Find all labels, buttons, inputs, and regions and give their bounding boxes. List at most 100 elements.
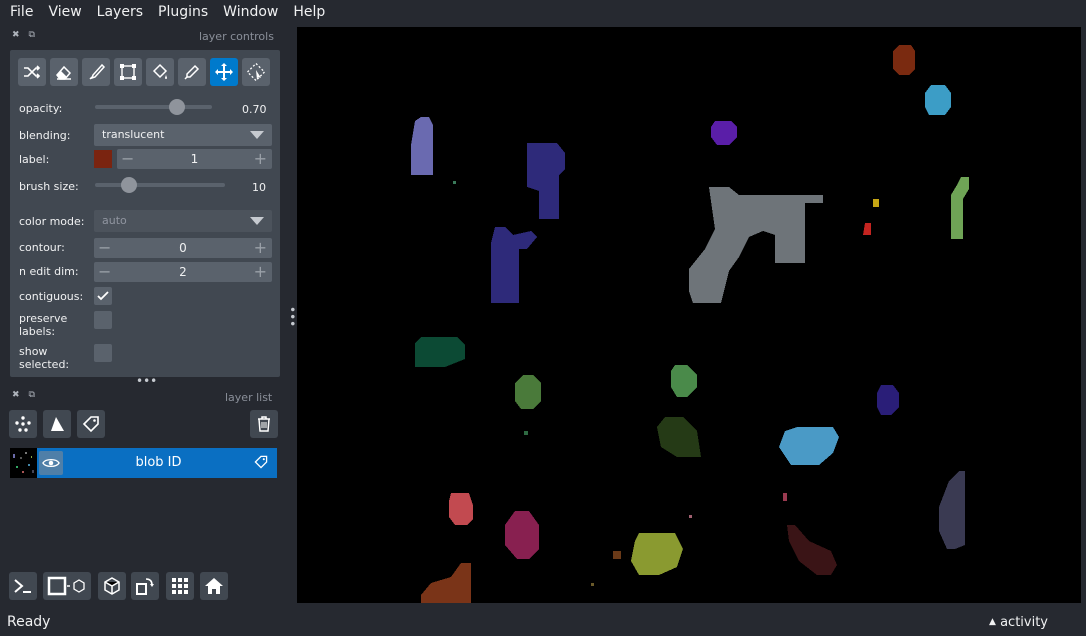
transform-icon xyxy=(246,62,266,82)
menu-help[interactable]: Help xyxy=(288,0,330,24)
pick-button[interactable] xyxy=(178,58,206,86)
preserve-labels-label: preserve labels: xyxy=(19,312,67,338)
label-color-swatch[interactable] xyxy=(94,150,112,168)
label-label: label: xyxy=(19,153,50,166)
label-blob xyxy=(631,533,683,575)
transpose-dims-button[interactable] xyxy=(131,572,159,600)
close-dock-icon[interactable]: ✖ xyxy=(12,390,20,400)
activity-button[interactable]: ▲ activity xyxy=(989,615,1048,630)
brush-size-slider-handle[interactable] xyxy=(121,177,137,193)
label-blob xyxy=(893,45,915,75)
show-selected-label-line1: show xyxy=(19,345,48,358)
paintbrush-icon xyxy=(89,63,106,80)
labels-layer-type-icon xyxy=(253,454,269,474)
label-blob xyxy=(671,365,697,397)
show-selected-checkbox[interactable] xyxy=(94,344,112,362)
n-edit-dim-label: n edit dim: xyxy=(19,265,79,278)
shuffle-colors-button[interactable] xyxy=(18,58,46,86)
blending-select[interactable]: translucent xyxy=(94,124,272,146)
label-blob xyxy=(873,199,879,207)
brush-size-slider[interactable] xyxy=(95,183,225,187)
delete-layer-button[interactable] xyxy=(250,410,278,438)
show-selected-label-line2: selected: xyxy=(19,358,70,371)
viewer-canvas[interactable] xyxy=(297,27,1081,603)
brush-size-label: brush size: xyxy=(19,180,79,193)
preserve-labels-checkbox[interactable] xyxy=(94,311,112,329)
opacity-label: opacity: xyxy=(19,102,63,115)
label-blob xyxy=(783,493,787,501)
grid-view-button[interactable] xyxy=(166,572,194,600)
ndisplay-button[interactable] xyxy=(43,572,91,600)
opacity-slider[interactable] xyxy=(95,105,212,109)
checkmark-icon xyxy=(97,291,109,301)
chevron-down-icon xyxy=(250,131,264,139)
transform-button[interactable] xyxy=(242,58,270,86)
pan-zoom-button[interactable] xyxy=(210,58,238,86)
increment-icon[interactable]: + xyxy=(254,238,267,258)
fill-button[interactable] xyxy=(146,58,174,86)
3d-cube-icon xyxy=(104,577,120,595)
dock-title-icons: ✖ ⧉ xyxy=(12,30,35,40)
layer-name[interactable]: blob ID xyxy=(70,448,247,478)
float-dock-icon[interactable]: ⧉ xyxy=(29,30,35,40)
layer-controls-panel: opacity: 0.70 blending: translucent labe… xyxy=(10,50,280,377)
home-button[interactable] xyxy=(200,572,228,600)
label-blob xyxy=(613,551,621,559)
menu-window[interactable]: Window xyxy=(218,0,283,24)
label-tools xyxy=(18,58,270,86)
show-selected-label: show selected: xyxy=(19,345,69,371)
opacity-value: 0.70 xyxy=(242,103,267,116)
eye-icon xyxy=(42,458,60,468)
layer-thumbnail xyxy=(10,448,37,478)
menu-layers[interactable]: Layers xyxy=(92,0,148,24)
float-dock-icon[interactable]: ⧉ xyxy=(29,390,35,400)
color-mode-select: auto xyxy=(94,210,272,232)
n-edit-dim-spinbox[interactable]: − 2 + xyxy=(94,262,272,282)
new-shapes-layer-button[interactable] xyxy=(43,410,71,438)
label-blob xyxy=(505,511,539,559)
move-icon xyxy=(215,63,233,81)
polygon-button[interactable] xyxy=(114,58,142,86)
color-mode-value: auto xyxy=(102,214,127,227)
layer-list-header: layer list xyxy=(225,391,273,404)
close-dock-icon[interactable]: ✖ xyxy=(12,30,20,40)
preserve-labels-label-line2: labels: xyxy=(19,325,56,338)
paint-button[interactable] xyxy=(82,58,110,86)
console-icon xyxy=(14,579,31,593)
layer-row-blob-id[interactable]: blob ID xyxy=(10,448,277,478)
label-blob xyxy=(411,117,433,175)
erase-button[interactable] xyxy=(50,58,78,86)
increment-icon[interactable]: + xyxy=(254,262,267,282)
shuffle-icon xyxy=(24,65,41,79)
contour-label: contour: xyxy=(19,241,65,254)
label-blob xyxy=(591,583,594,586)
contiguous-checkbox[interactable] xyxy=(94,287,112,305)
contour-spinbox[interactable]: − 0 + xyxy=(94,238,272,258)
splitter-handle-icon[interactable]: ••• xyxy=(136,374,157,388)
opacity-slider-handle[interactable] xyxy=(168,99,185,115)
label-blob xyxy=(657,417,701,457)
menu-view[interactable]: View xyxy=(43,0,86,24)
polygon-select-icon xyxy=(120,64,136,80)
ndisplay-2d-icon xyxy=(47,576,85,596)
transpose-icon xyxy=(136,578,154,595)
layer-visibility-toggle[interactable] xyxy=(39,451,63,475)
roll-dims-button[interactable] xyxy=(98,572,126,600)
blending-value: translucent xyxy=(102,128,165,141)
label-blob xyxy=(863,223,871,235)
statusbar: Ready ▲ activity xyxy=(0,608,1086,636)
label-blob xyxy=(925,85,951,115)
label-blob xyxy=(939,471,965,549)
label-spinbox[interactable]: − 1 + xyxy=(117,149,272,169)
label-blob xyxy=(453,181,456,184)
menu-plugins[interactable]: Plugins xyxy=(153,0,213,24)
label-blob xyxy=(779,427,839,465)
menu-file[interactable]: File xyxy=(5,0,38,24)
label-blob xyxy=(689,515,692,518)
console-button[interactable] xyxy=(9,572,37,600)
new-points-layer-button[interactable] xyxy=(9,410,37,438)
label-value: 1 xyxy=(190,152,199,166)
new-labels-layer-button[interactable] xyxy=(77,410,105,438)
increment-icon[interactable]: + xyxy=(254,149,267,169)
color-picker-icon xyxy=(184,64,200,80)
